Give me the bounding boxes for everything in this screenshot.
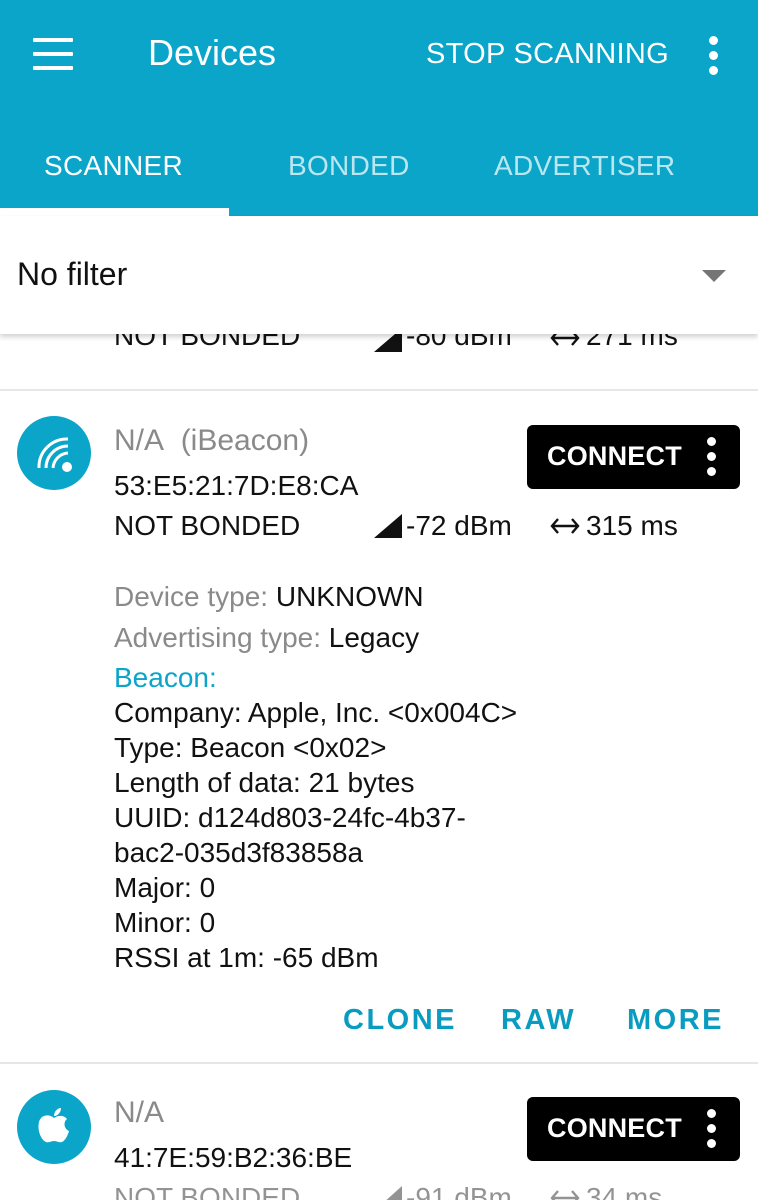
bond-state: NOT BONDED xyxy=(114,334,301,351)
interval-value: 315 ms xyxy=(586,510,678,541)
filter-label: No filter xyxy=(17,256,128,292)
device-address: 41:7E:59:B2:36:BE xyxy=(114,1142,353,1173)
stop-scanning-button[interactable]: STOP SCANNING xyxy=(426,38,669,71)
clone-button[interactable]: CLONE xyxy=(343,1004,457,1037)
connect-button[interactable]: CONNECT xyxy=(527,425,740,489)
tab-indicator xyxy=(0,208,229,216)
left-right-arrow-icon xyxy=(550,334,580,346)
hamburger-menu-icon xyxy=(33,38,73,42)
rssi-value: -72 dBm xyxy=(406,510,512,541)
signal-strength-icon xyxy=(374,514,402,538)
interval-value: 34 ms xyxy=(586,1182,663,1200)
beacon-type: Type: Beacon <0x02> xyxy=(114,732,387,763)
filter-bar[interactable]: No filter xyxy=(0,216,758,334)
beacon-uuid-line1: UUID: d124d803-24fc-4b37- xyxy=(114,802,466,833)
more-button[interactable]: MORE xyxy=(627,1004,724,1037)
left-right-arrow-icon xyxy=(550,1190,580,1200)
signal-strength-icon xyxy=(374,334,402,352)
device-address: 53:E5:21:7D:E8:CA xyxy=(114,470,359,501)
divider xyxy=(0,389,758,391)
more-vert-icon[interactable] xyxy=(704,36,724,76)
beacon-minor: Minor: 0 xyxy=(114,907,216,938)
advertising-type-line: Advertising type: Legacy xyxy=(114,622,420,653)
device-avatar xyxy=(17,1090,91,1164)
left-right-arrow-icon xyxy=(550,518,580,534)
beacon-heading: Beacon: xyxy=(114,662,217,693)
device-list[interactable]: NOT BONDED -80 dBm 271 ms N/A (iBeacon) … xyxy=(0,334,758,1200)
bond-state: NOT BONDED xyxy=(114,1182,301,1200)
device-name: N/A (iBeacon) xyxy=(114,424,310,457)
rssi-value: -80 dBm xyxy=(406,334,512,351)
rssi-value: -91 dBm xyxy=(406,1182,512,1200)
divider xyxy=(0,1062,758,1064)
tab-scanner[interactable]: SCANNER xyxy=(44,150,183,182)
tab-bonded[interactable]: BONDED xyxy=(288,150,410,182)
more-vert-icon[interactable] xyxy=(707,1109,717,1149)
page-title: Devices xyxy=(148,32,277,73)
apple-logo-icon xyxy=(38,1108,69,1143)
device-avatar xyxy=(17,416,91,490)
device-type-line: Device type: UNKNOWN xyxy=(114,581,424,612)
connect-button[interactable]: CONNECT xyxy=(527,1097,740,1161)
wifi-signal-icon xyxy=(37,437,72,472)
dropdown-arrow-icon[interactable] xyxy=(702,270,726,284)
app-bar: Devices STOP SCANNING SCANNER BONDED ADV… xyxy=(0,0,758,216)
more-vert-icon[interactable] xyxy=(707,437,717,477)
raw-button[interactable]: RAW xyxy=(501,1004,576,1037)
interval-value: 271 ms xyxy=(586,334,678,351)
beacon-rssi-1m: RSSI at 1m: -65 dBm xyxy=(114,942,379,973)
tab-advertiser[interactable]: ADVERTISER xyxy=(494,150,675,182)
device-name: N/A xyxy=(114,1096,165,1129)
bond-state: NOT BONDED xyxy=(114,510,301,541)
beacon-major: Major: 0 xyxy=(114,872,216,903)
beacon-company: Company: Apple, Inc. <0x004C> xyxy=(114,697,518,728)
connect-label: CONNECT xyxy=(547,441,682,471)
connect-label: CONNECT xyxy=(547,1113,682,1143)
menu-button[interactable] xyxy=(33,38,75,72)
beacon-length: Length of data: 21 bytes xyxy=(114,767,415,798)
beacon-uuid-line2: bac2-035d3f83858a xyxy=(114,837,364,868)
signal-strength-icon xyxy=(386,1186,402,1200)
